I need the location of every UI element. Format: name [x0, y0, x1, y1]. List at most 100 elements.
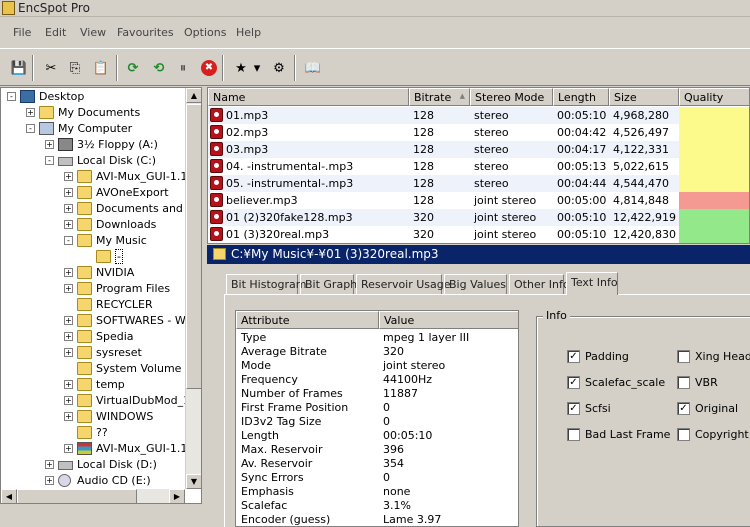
expand-icon[interactable]: +: [64, 348, 73, 357]
tree-item[interactable]: - My Computer: [1, 121, 185, 137]
settings-button[interactable]: ⚙: [268, 57, 290, 79]
expand-icon[interactable]: +: [64, 188, 73, 197]
scroll-left-arrow-icon[interactable]: ◀: [1, 489, 17, 503]
column-header-value[interactable]: Value: [379, 311, 518, 329]
tab-bit-histogram[interactable]: Bit Histogram: [226, 274, 306, 294]
favourites-button[interactable]: ★: [230, 57, 252, 79]
column-header-name[interactable]: Name: [208, 88, 409, 106]
expand-icon[interactable]: +: [45, 460, 54, 469]
tree-vertical-scrollbar[interactable]: ▲ ▼: [185, 88, 201, 489]
file-row[interactable]: 04. -instrumental-.mp3 128 stereo 00:05:13 5…: [208, 158, 749, 175]
tree-item[interactable]: + VirtualDubMod_1_: [1, 393, 196, 409]
attribute-row[interactable]: Frequency 44100Hz: [236, 373, 518, 387]
expand-icon[interactable]: +: [64, 396, 73, 405]
column-header-length[interactable]: Length: [553, 88, 609, 106]
tab-bit-graph[interactable]: Bit Graph: [300, 274, 357, 294]
attribute-row[interactable]: Encoder (guess) Lame 3.97: [236, 513, 518, 526]
refresh-button[interactable]: ⟳: [122, 57, 144, 79]
tree-item[interactable]: + My Documents: [1, 105, 185, 121]
tab-big-values[interactable]: Big Values: [444, 274, 507, 294]
attribute-table[interactable]: Attribute Value Type mpeg 1 layer III Aver…: [235, 310, 519, 527]
expand-icon[interactable]: +: [64, 316, 73, 325]
expand-icon[interactable]: +: [64, 268, 73, 277]
expand-icon[interactable]: +: [64, 204, 73, 213]
menu-favourites[interactable]: Favourites: [117, 26, 174, 39]
checkbox-copyright[interactable]: Copyright: [677, 427, 750, 443]
expand-icon[interactable]: +: [64, 444, 73, 453]
scroll-thumb-horizontal[interactable]: [17, 489, 137, 503]
scroll-right-arrow-icon[interactable]: ▶: [169, 489, 185, 503]
unchecked-box[interactable]: [567, 428, 580, 441]
attribute-row[interactable]: Length 00:05:10: [236, 429, 518, 443]
collapse-icon[interactable]: -: [7, 92, 16, 101]
column-header-quality[interactable]: Quality: [679, 88, 749, 106]
checkbox-xing-header[interactable]: Xing Header: [677, 349, 750, 365]
tree-horizontal-scrollbar[interactable]: ◀ ▶: [1, 489, 185, 503]
checked-icon[interactable]: ✓: [567, 350, 580, 363]
checked-icon[interactable]: ✓: [567, 376, 580, 389]
scroll-down-arrow-icon[interactable]: ▼: [186, 474, 201, 489]
collapse-icon[interactable]: -: [64, 236, 73, 245]
tree-item[interactable]: + SOFTWARES - Win: [1, 313, 196, 329]
tree-item[interactable]: System Volume Inf: [1, 361, 199, 377]
file-row[interactable]: 03.mp3 128 stereo 00:04:17 4,122,331: [208, 141, 749, 158]
attribute-row[interactable]: Emphasis none: [236, 485, 518, 499]
file-list[interactable]: Name Bitrate ▲ Stereo Mode Length Size Qualit…: [207, 87, 750, 244]
attribute-row[interactable]: Average Bitrate 320: [236, 345, 518, 359]
tree-item[interactable]: -: [1, 249, 185, 265]
collapse-icon[interactable]: -: [45, 156, 54, 165]
tree-item[interactable]: + temp: [1, 377, 185, 393]
expand-icon[interactable]: +: [26, 108, 35, 117]
pause-button[interactable]: ⏸: [172, 57, 194, 79]
attribute-row[interactable]: Mode joint stereo: [236, 359, 518, 373]
attribute-row[interactable]: Av. Reservoir 354: [236, 457, 518, 471]
tree-item[interactable]: + AVOneExport: [1, 185, 185, 201]
tree-item[interactable]: + AVI-Mux_GUI-1.17: [1, 441, 194, 457]
file-row[interactable]: 01.mp3 128 stereo 00:05:10 4,968,280: [208, 107, 749, 124]
menu-options[interactable]: Options: [184, 26, 226, 39]
unchecked-box[interactable]: [677, 350, 690, 363]
menu-help[interactable]: Help: [236, 26, 261, 39]
tree-item[interactable]: + Audio CD (E:): [1, 473, 185, 489]
menu-view[interactable]: View: [80, 26, 106, 39]
tree-item[interactable]: + sysreset: [1, 345, 185, 361]
checkbox-vbr[interactable]: VBR: [677, 375, 750, 391]
tree-item[interactable]: - My Music: [1, 233, 185, 249]
tab-reservoir-usage[interactable]: Reservoir Usage: [356, 274, 451, 294]
attribute-row[interactable]: Number of Frames 11887: [236, 387, 518, 401]
tree-item[interactable]: + Program Files: [1, 281, 185, 297]
copy-button[interactable]: ⎘: [64, 57, 86, 79]
cut-button[interactable]: ✂: [40, 57, 62, 79]
attribute-row[interactable]: First Frame Position 0: [236, 401, 518, 415]
file-row[interactable]: believer.mp3 128 joint stereo 00:05:00 4,814…: [208, 192, 749, 209]
file-row[interactable]: 05. -instrumental-.mp3 128 stereo 00:04:44 4…: [208, 175, 749, 192]
unchecked-box[interactable]: [677, 376, 690, 389]
menu-edit[interactable]: Edit: [45, 26, 66, 39]
scroll-thumb[interactable]: [186, 104, 201, 389]
stop-button[interactable]: ✖: [198, 57, 220, 79]
checked-icon[interactable]: ✓: [677, 402, 690, 415]
collapse-icon[interactable]: -: [26, 124, 35, 133]
paste-button[interactable]: 📋: [90, 57, 112, 79]
expand-icon[interactable]: +: [64, 412, 73, 421]
tree-item[interactable]: + WINDOWS: [1, 409, 185, 425]
tab-text-info[interactable]: Text Info: [566, 272, 618, 295]
expand-icon[interactable]: +: [64, 172, 73, 181]
checkbox-original[interactable]: ✓ Original: [677, 401, 750, 417]
save-button[interactable]: 💾: [8, 57, 30, 79]
folder-tree[interactable]: - Desktop + My Documents - My Computer +3½ Flo…: [0, 87, 202, 504]
expand-icon[interactable]: +: [64, 220, 73, 229]
column-header-size[interactable]: Size: [609, 88, 679, 106]
checked-icon[interactable]: ✓: [567, 402, 580, 415]
attribute-row[interactable]: Type mpeg 1 layer III: [236, 331, 518, 345]
tree-item[interactable]: + AVI-Mux_GUI-1.17: [1, 169, 194, 185]
tree-item[interactable]: + Local Disk (D:): [1, 457, 185, 473]
tree-item[interactable]: +3½ Floppy (A:): [1, 137, 185, 153]
book-button[interactable]: 📖: [302, 57, 324, 79]
expand-icon[interactable]: +: [45, 476, 54, 485]
file-row[interactable]: 02.mp3 128 stereo 00:04:42 4,526,497: [208, 124, 749, 141]
scroll-up-arrow-icon[interactable]: ▲: [186, 88, 201, 103]
file-row[interactable]: 01 (2)320fake128.mp3 320 joint stereo 00:05…: [208, 209, 749, 226]
menu-file[interactable]: File: [13, 26, 31, 39]
tree-item[interactable]: - Desktop: [1, 89, 185, 105]
